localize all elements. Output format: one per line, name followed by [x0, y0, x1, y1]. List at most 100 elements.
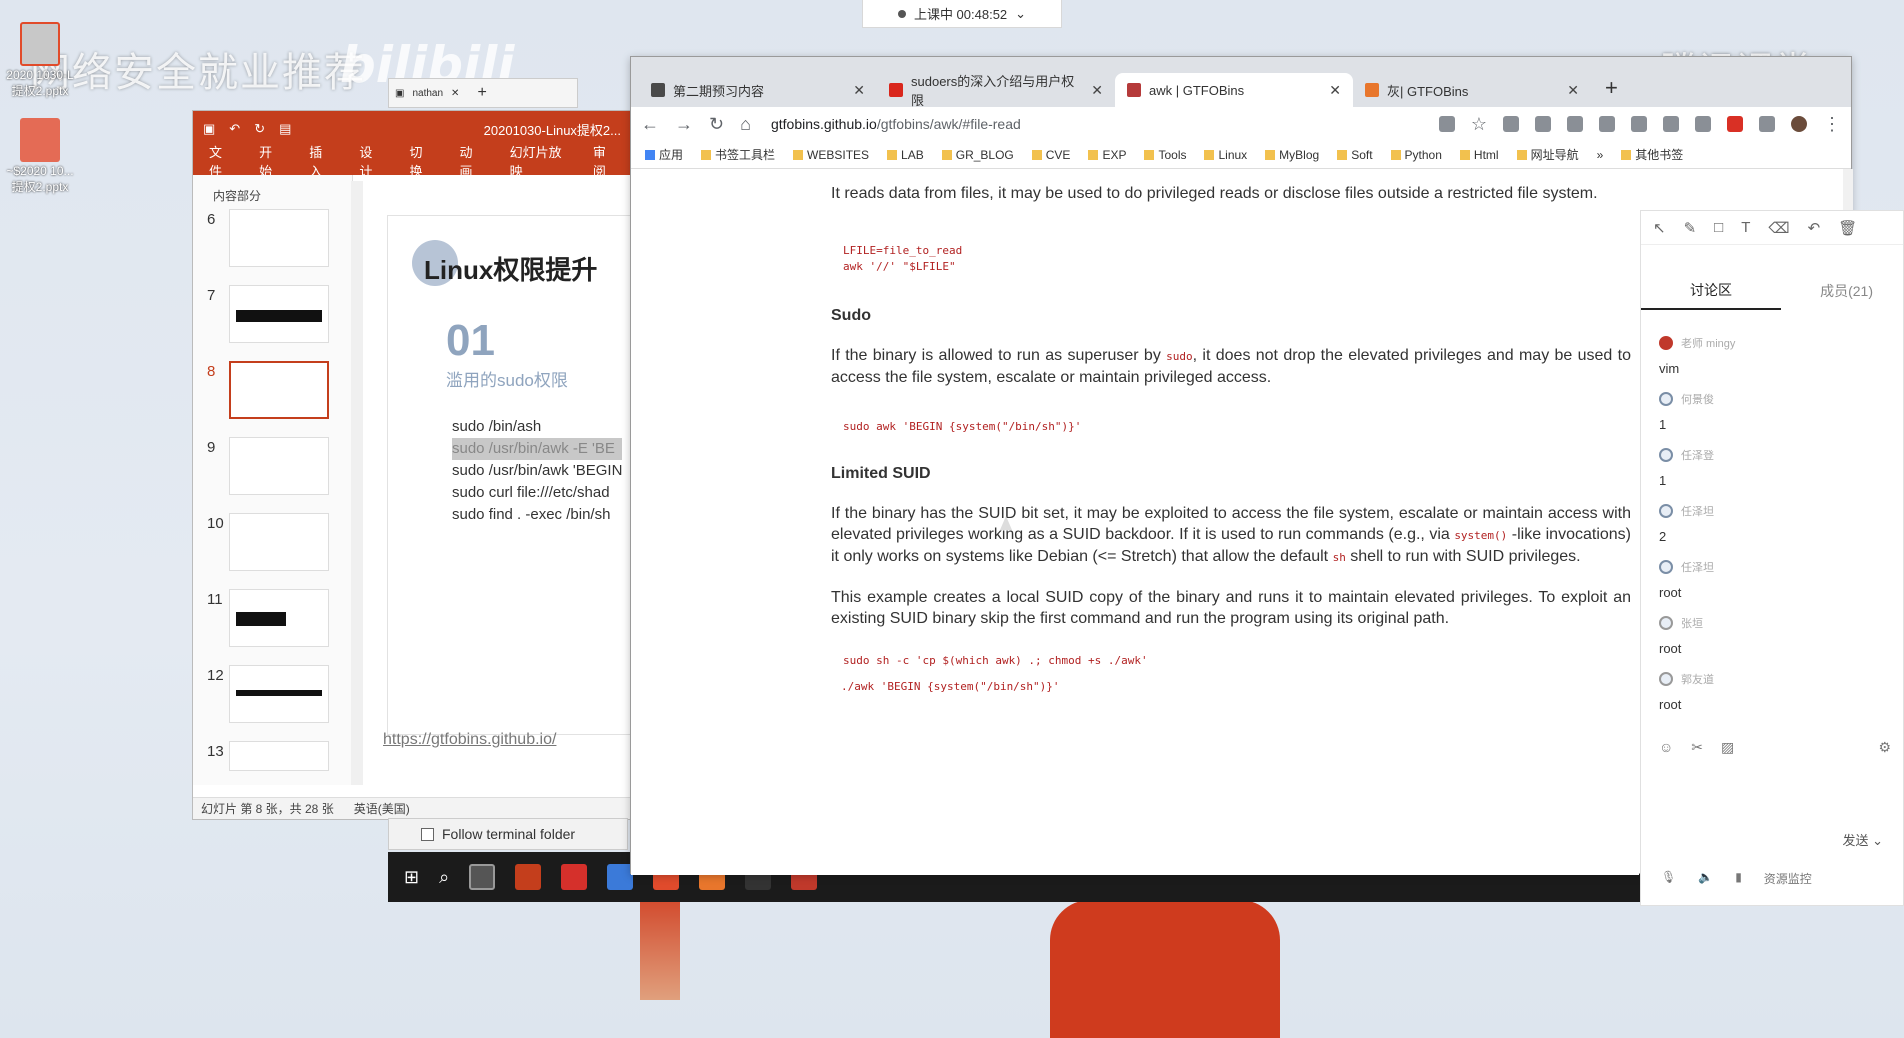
ribbon-tab[interactable]: 切换 [409, 142, 431, 180]
close-tab-icon[interactable]: ✕ [1329, 82, 1341, 99]
follow-terminal-checkbox[interactable] [421, 827, 434, 841]
microphone-icon[interactable]: 🎙 [1661, 870, 1676, 887]
pen-tool-icon[interactable]: ✎ [1684, 219, 1697, 237]
language-status[interactable]: 英语(美国) [354, 800, 410, 817]
page-content[interactable]: It reads data from files, it may be used… [631, 169, 1639, 875]
suid-code-line-2[interactable]: ./awk 'BEGIN {system("/bin/sh")}' [841, 679, 1639, 695]
translate-icon[interactable] [1438, 116, 1455, 132]
bookmark-folder[interactable]: Html [1459, 148, 1499, 162]
browser-tab[interactable]: 灰| GTFOBins ✕ [1353, 73, 1591, 107]
close-tab-icon[interactable]: ✕ [853, 82, 865, 99]
extension-icon[interactable] [1503, 116, 1519, 132]
bookmark-folder[interactable]: Tools [1144, 148, 1186, 162]
resource-monitor-label[interactable]: 资源监控 [1764, 870, 1812, 887]
bookmark-folder[interactable]: MyBlog [1265, 148, 1319, 162]
image-icon[interactable]: ▨ [1721, 739, 1734, 756]
speaker-icon[interactable]: 🔈 [1698, 870, 1713, 887]
bookmarks-overflow[interactable]: » [1597, 148, 1604, 162]
extension-icon[interactable] [1759, 116, 1775, 132]
bookmark-folder[interactable]: LAB [887, 148, 924, 162]
undo-icon[interactable]: ↶ [229, 121, 240, 137]
extension-icon[interactable] [1727, 116, 1743, 132]
browser-tab[interactable]: 第二期预习内容 ✕ [639, 73, 877, 107]
bookmark-folder[interactable]: Linux [1204, 148, 1247, 162]
slide-thumbnail[interactable] [229, 285, 329, 343]
follow-terminal-option[interactable]: Follow terminal folder [388, 818, 628, 850]
taskbar-app-icon[interactable] [561, 864, 588, 890]
browser-tab[interactable]: sudoers的深入介绍与用户权限 ✕ [877, 73, 1115, 108]
text-tool-icon[interactable]: T [1741, 219, 1750, 236]
settings-icon[interactable]: ⚙ [1878, 739, 1891, 756]
undo-tool-icon[interactable]: ↶ [1808, 219, 1821, 237]
close-tab-icon[interactable]: ✕ [1567, 82, 1579, 99]
bookmark-folder[interactable]: Soft [1337, 148, 1373, 162]
ribbon-tab[interactable]: 幻灯片放映 [510, 142, 565, 180]
bookmark-folder[interactable]: 网址导航 [1516, 146, 1579, 163]
bookmark-folder[interactable]: GR_BLOG [941, 148, 1014, 162]
desktop-icon-pptx[interactable]: 2020 1030-L 提权2.pptx [0, 22, 80, 99]
rectangle-tool-icon[interactable]: □ [1714, 219, 1723, 236]
new-tab-icon[interactable]: + [477, 84, 486, 102]
slide-thumbnail[interactable] [229, 437, 329, 495]
slide-thumbnail[interactable] [229, 741, 329, 771]
desktop-icon-temp-pptx[interactable]: ~$2020 10... 提权2.pptx [0, 118, 80, 195]
sudo-code[interactable]: sudo awk 'BEGIN {system("/bin/sh")}' [843, 419, 1639, 435]
signal-icon[interactable]: ▮ [1735, 870, 1742, 887]
bookmark-folder[interactable]: WEBSITES [793, 148, 869, 162]
forward-icon[interactable]: → [675, 114, 693, 135]
close-tab-icon[interactable]: ✕ [1091, 82, 1103, 99]
profile-avatar[interactable] [1791, 116, 1807, 132]
slide-thumbnail-selected[interactable] [229, 361, 329, 419]
browser-tab-active[interactable]: awk | GTFOBins ✕ [1115, 73, 1353, 107]
search-icon[interactable]: ⌕ [439, 867, 449, 888]
extension-icon[interactable] [1695, 116, 1711, 132]
home-icon[interactable]: ⌂ [740, 114, 751, 135]
bookmark-folder[interactable]: Python [1390, 148, 1442, 162]
tab-members[interactable]: 成员(21) [1820, 281, 1903, 301]
bookmark-apps[interactable]: 应用 [645, 146, 683, 163]
pointer-tool-icon[interactable]: ↖ [1653, 219, 1666, 237]
save-icon[interactable]: ▣ [203, 121, 215, 137]
windows-start-icon[interactable]: ⊞ [404, 867, 419, 888]
redo-icon[interactable]: ↻ [254, 121, 265, 137]
extension-icon[interactable] [1599, 116, 1615, 132]
bookmark-other[interactable]: 其他书签 [1621, 146, 1683, 163]
tab-discussion[interactable]: 讨论区 [1641, 272, 1781, 310]
terminal-tab[interactable]: ▣ nathan ✕ + [388, 78, 578, 108]
clear-tool-icon[interactable]: 🗑 [1838, 219, 1857, 237]
file-read-code[interactable]: LFILE=file_to_read awk '//' "$LFILE" [843, 243, 1639, 275]
bookmark-star-icon[interactable]: ☆ [1471, 114, 1487, 135]
address-bar[interactable]: gtfobins.github.io/gtfobins/awk/#file-re… [767, 116, 1423, 132]
reload-icon[interactable]: ↻ [709, 114, 724, 135]
new-tab-button[interactable]: + [1591, 75, 1632, 107]
extension-icon[interactable] [1631, 116, 1647, 132]
thumbnail-scrollbar[interactable] [351, 181, 363, 785]
taskbar-app-icon[interactable] [469, 864, 496, 890]
bookmark-folder[interactable]: CVE [1031, 148, 1070, 162]
slide-canvas[interactable]: Linux权限提升 01 滥用的sudo权限 sudo /bin/ash sud… [387, 215, 633, 735]
eraser-tool-icon[interactable]: ⌫ [1768, 219, 1789, 237]
back-icon[interactable]: ← [641, 114, 659, 135]
ribbon-tab[interactable]: 动画 [460, 142, 482, 180]
extension-icon[interactable] [1535, 116, 1551, 132]
slide-thumbnail[interactable] [229, 665, 329, 723]
present-icon[interactable]: ▤ [279, 121, 291, 137]
slide-thumbnail[interactable] [229, 209, 329, 267]
emoji-icon[interactable]: ☺ [1659, 739, 1673, 756]
class-status-pill[interactable]: 上课中 00:48:52 ⌄ [862, 0, 1062, 28]
extension-icon[interactable] [1663, 116, 1679, 132]
ribbon-tab[interactable]: 审阅 [593, 142, 615, 180]
scissors-icon[interactable]: ✂ [1691, 739, 1703, 756]
ribbon-tab[interactable]: 设计 [359, 142, 381, 180]
close-icon[interactable]: ✕ [451, 88, 459, 99]
slide-thumbnail[interactable] [229, 513, 329, 571]
bookmark-folder[interactable]: 书签工具栏 [701, 146, 775, 163]
suid-code-line-1[interactable]: sudo sh -c 'cp $(which awk) .; chmod +s … [843, 653, 1639, 669]
bookmark-folder[interactable]: EXP [1088, 148, 1126, 162]
slide-thumbnail[interactable] [229, 589, 329, 647]
slide-link[interactable]: https://gtfobins.github.io/ [383, 731, 556, 749]
extension-icon[interactable] [1567, 116, 1583, 132]
menu-icon[interactable]: ⋮ [1823, 114, 1841, 135]
send-button[interactable]: 发送 ⌄ [1842, 830, 1883, 849]
taskbar-app-icon[interactable] [515, 864, 542, 890]
